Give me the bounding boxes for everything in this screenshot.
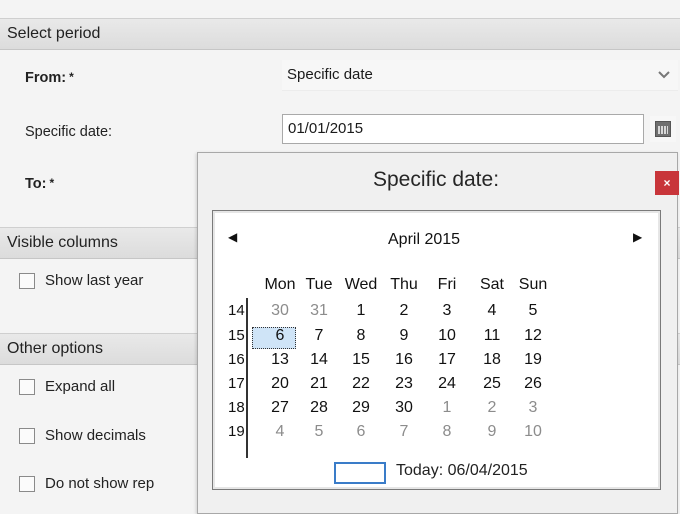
from-select[interactable]: Specific date — [282, 60, 678, 91]
visible-columns-title: Visible columns — [7, 234, 118, 251]
calendar-day[interactable]: 24 — [427, 375, 467, 393]
required-mark: * — [69, 70, 74, 84]
calendar-day[interactable]: 8 — [341, 327, 381, 345]
calendar-day[interactable]: 2 — [384, 302, 424, 320]
calendar-button[interactable] — [650, 116, 676, 142]
calendar-day[interactable]: 4 — [472, 302, 512, 320]
calendar-day[interactable]: 1 — [341, 302, 381, 320]
from-select-value: Specific date — [287, 66, 373, 83]
do-not-show-label: Do not show rep — [45, 475, 155, 492]
calendar-day[interactable]: 17 — [427, 351, 467, 369]
calendar-day[interactable]: 26 — [513, 375, 553, 393]
calendar-day[interactable]: 19 — [513, 351, 553, 369]
calendar-day[interactable]: 9 — [384, 327, 424, 345]
calendar-day[interactable]: 7 — [384, 423, 424, 441]
calendar-day[interactable]: 27 — [260, 399, 300, 417]
calendar-day[interactable]: 5 — [513, 302, 553, 320]
calendar-day[interactable]: 16 — [384, 351, 424, 369]
calendar-day[interactable]: 11 — [472, 327, 512, 345]
calendar-icon — [655, 121, 671, 137]
week-number: 16 — [228, 351, 245, 368]
expand-all-label: Expand all — [45, 378, 116, 395]
calendar — [212, 210, 661, 490]
calendar-day[interactable]: 5 — [299, 423, 339, 441]
from-label: From: * — [25, 70, 74, 86]
calendar-day[interactable]: 22 — [341, 375, 381, 393]
calendar-day[interactable]: 12 — [513, 327, 553, 345]
week-number: 15 — [228, 327, 245, 344]
calendar-day[interactable]: 6 — [341, 423, 381, 441]
calendar-day[interactable]: 30 — [384, 399, 424, 417]
calendar-day[interactable]: 23 — [384, 375, 424, 393]
weekday-sun: Sun — [518, 276, 548, 293]
specific-date-input[interactable] — [283, 115, 628, 141]
calendar-day[interactable]: 25 — [472, 375, 512, 393]
chevron-down-icon[interactable] — [656, 67, 672, 83]
specific-date-label: Specific date: — [25, 124, 113, 140]
calendar-day[interactable]: 20 — [260, 375, 300, 393]
do-not-show-checkbox[interactable] — [19, 476, 35, 492]
show-decimals-checkbox[interactable] — [19, 428, 35, 444]
show-last-year-checkbox[interactable] — [19, 273, 35, 289]
calendar-day[interactable]: 15 — [341, 351, 381, 369]
show-decimals-label: Show decimals — [45, 427, 146, 444]
specific-date-field[interactable] — [282, 114, 644, 144]
weekday-thu: Thu — [390, 276, 418, 293]
select-period-title: Select period — [7, 25, 101, 42]
popup-title: Specific date: — [372, 168, 500, 191]
today-label[interactable]: Today: 06/04/2015 — [396, 462, 528, 480]
week-number-divider — [246, 298, 248, 458]
calendar-day[interactable]: 9 — [472, 423, 512, 441]
calendar-day[interactable]: 21 — [299, 375, 339, 393]
weekday-fri: Fri — [437, 276, 457, 293]
calendar-day[interactable]: 28 — [299, 399, 339, 417]
to-label: To: * — [25, 176, 54, 192]
other-options-title: Other options — [7, 340, 104, 357]
calendar-day[interactable]: 6 — [260, 327, 300, 345]
select-period-header: Select period — [0, 18, 680, 50]
calendar-day[interactable]: 14 — [299, 351, 339, 369]
calendar-day[interactable]: 4 — [260, 423, 300, 441]
calendar-day[interactable]: 30 — [260, 302, 300, 320]
calendar-day[interactable]: 3 — [513, 399, 553, 417]
required-mark: * — [49, 176, 55, 190]
calendar-day[interactable]: 13 — [260, 351, 300, 369]
calendar-day[interactable]: 10 — [513, 423, 553, 441]
prev-month-icon[interactable]: ◀ — [228, 230, 237, 244]
calendar-day[interactable]: 8 — [427, 423, 467, 441]
calendar-day[interactable]: 31 — [299, 302, 339, 320]
calendar-day[interactable]: 1 — [427, 399, 467, 417]
calendar-day[interactable]: 18 — [472, 351, 512, 369]
weekday-mon: Mon — [264, 276, 296, 293]
calendar-day[interactable]: 2 — [472, 399, 512, 417]
weekday-tue: Tue — [305, 276, 333, 293]
weekday-sat: Sat — [479, 276, 504, 293]
calendar-day[interactable]: 10 — [427, 327, 467, 345]
week-number: 17 — [228, 375, 245, 392]
today-marker[interactable] — [334, 462, 386, 484]
calendar-day[interactable]: 3 — [427, 302, 467, 320]
week-number: 14 — [228, 302, 245, 319]
to-label-text: To: — [25, 176, 47, 192]
week-number: 18 — [228, 399, 245, 416]
close-icon[interactable]: × — [655, 171, 679, 195]
weekday-wed: Wed — [344, 276, 378, 293]
calendar-day[interactable]: 29 — [341, 399, 381, 417]
week-number: 19 — [228, 423, 245, 440]
expand-all-checkbox[interactable] — [19, 379, 35, 395]
from-label-text: From: — [25, 70, 67, 86]
next-month-icon[interactable]: ▶ — [633, 230, 642, 244]
calendar-month-title[interactable]: April 2015 — [388, 231, 460, 249]
calendar-day[interactable]: 7 — [299, 327, 339, 345]
show-last-year-label: Show last year — [45, 272, 144, 289]
